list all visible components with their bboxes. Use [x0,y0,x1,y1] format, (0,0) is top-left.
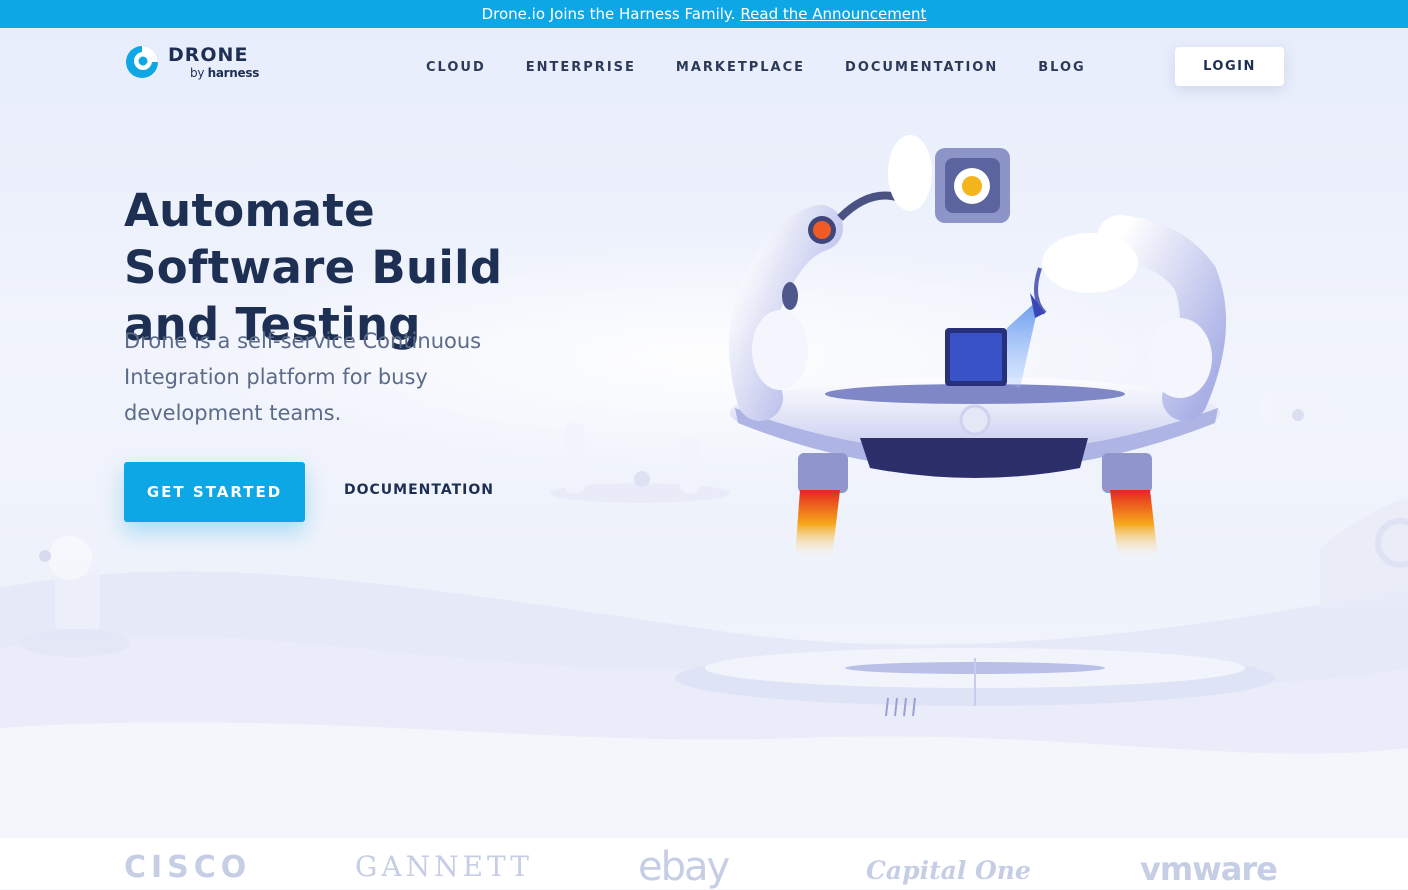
nav-enterprise[interactable]: ENTERPRISE [526,60,636,75]
announcement-link[interactable]: Read the Announcement [740,5,926,23]
drone-logo-icon [126,46,158,78]
hero-section [0,28,1408,838]
announcement-bar: Drone.io Joins the Harness Family. Read … [0,0,1408,28]
login-button[interactable]: LOGIN [1175,47,1284,86]
hero-subtitle: Drone is a self-service Continuous Integ… [124,329,482,425]
nav-marketplace[interactable]: MARKETPLACE [676,60,805,75]
hero-illustration [0,135,1408,838]
logo-cisco: CISCO [124,850,252,885]
nav-cloud[interactable]: CLOUD [426,60,486,75]
logo-parent: harness [207,65,260,80]
documentation-link[interactable]: DOCUMENTATION [344,482,494,498]
nav-documentation[interactable]: DOCUMENTATION [845,60,998,75]
main-nav: CLOUD ENTERPRISE MARKETPLACE DOCUMENTATI… [426,60,1086,75]
logo-ebay: ebay [638,844,730,890]
logo-byline: by harness [190,67,259,79]
logo-vmware: vmware [1140,850,1278,888]
logo-gannett: GANNETT [355,850,533,883]
announcement-text: Drone.io Joins the Harness Family. [481,5,736,23]
drone-logo[interactable]: DRONE by harness [124,44,259,80]
logo-by: by [190,65,205,80]
logo-wordmark: DRONE [168,43,249,66]
get-started-button[interactable]: GET STARTED [124,462,305,522]
logo-capital-one: Capital One [866,856,1031,885]
nav-blog[interactable]: BLOG [1038,60,1085,75]
